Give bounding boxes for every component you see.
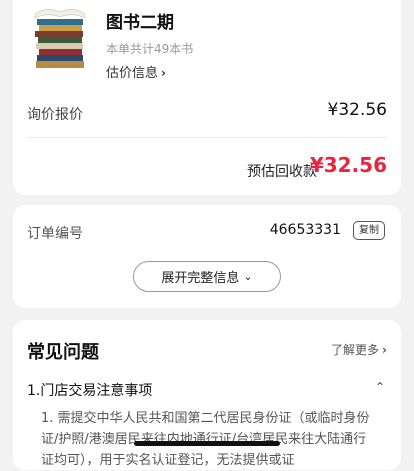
order-summary-card: 图书二期 本单共计49本书 估价信息 › 询价报价 ¥32.56 预估回收款 ¥3…: [13, 0, 401, 195]
order-info-card: 订单编号 46653331 复制 展开完整信息 ⌄: [13, 205, 401, 308]
chevron-right-icon: ›: [382, 343, 387, 357]
faq-more-link[interactable]: 了解更多 ›: [331, 341, 387, 358]
estimated-recovery-label: 预估回收款: [247, 164, 317, 180]
faq-card: 常见问题 了解更多 › 1.门店交易注意事项 ⌃ 1. 需提交中华人民共和国第二代…: [13, 320, 401, 470]
faq-more-label: 了解更多: [331, 343, 380, 357]
book-count-text: 本单共计49本书: [106, 42, 194, 56]
home-indicator: [134, 441, 280, 446]
faq-question-1[interactable]: 1.门店交易注意事项: [27, 380, 152, 400]
chevron-up-icon[interactable]: ⌃: [375, 380, 385, 394]
faq-answer-1: 1. 需提交中华人民共和国第二代居民身份证（或临时身份证/护照/港澳居民来往内地…: [41, 411, 370, 468]
faq-title: 常见问题: [27, 342, 99, 363]
book-stack-image: [34, 9, 86, 68]
chevron-right-icon: ›: [161, 66, 166, 80]
quote-price-label: 询价报价: [27, 107, 83, 123]
estimate-info-link[interactable]: 估价信息 ›: [106, 62, 166, 81]
estimated-recovery-value: ¥32.56: [309, 153, 387, 177]
chevron-down-icon: ⌄: [243, 270, 253, 283]
quote-price-value: ¥32.56: [327, 100, 387, 120]
copy-button[interactable]: 复制: [353, 221, 385, 240]
order-title: 图书二期: [106, 13, 174, 33]
order-number-value: 46653331: [269, 222, 341, 238]
order-number-label: 订单编号: [27, 226, 83, 242]
expand-full-info-button[interactable]: 展开完整信息 ⌄: [133, 261, 281, 292]
expand-full-info-label: 展开完整信息: [161, 271, 240, 286]
divider: [27, 137, 387, 138]
estimate-info-label: 估价信息: [106, 66, 159, 81]
